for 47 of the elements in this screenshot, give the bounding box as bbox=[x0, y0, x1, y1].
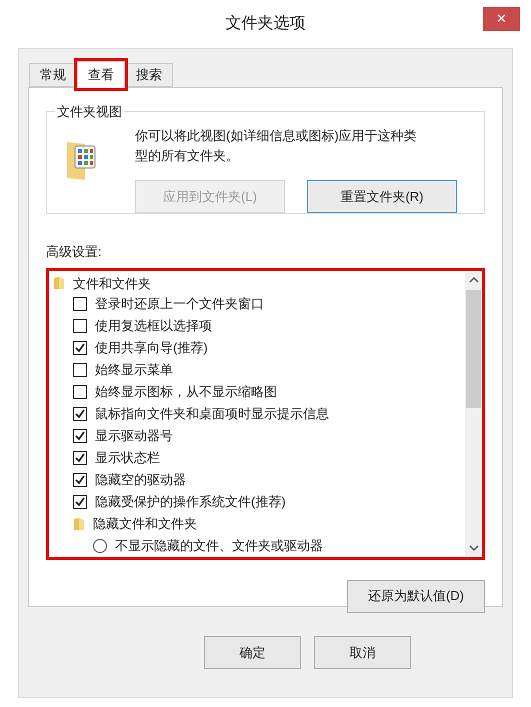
advanced-settings-label: 高级设置: bbox=[46, 243, 103, 261]
tab[interactable]: 常规 bbox=[29, 63, 77, 87]
tab[interactable]: 查看 bbox=[77, 61, 125, 88]
checkbox[interactable] bbox=[73, 363, 87, 377]
check-icon bbox=[75, 497, 85, 507]
checkbox-label: 使用复选框以选择项 bbox=[95, 317, 212, 336]
check-icon bbox=[75, 475, 85, 485]
checkbox[interactable] bbox=[73, 341, 87, 355]
folder-label: 隐藏文件和文件夹 bbox=[93, 515, 197, 534]
checkbox-label: 始终显示图标，从不显示缩略图 bbox=[95, 383, 277, 402]
checkbox-label: 显示驱动器号 bbox=[95, 427, 173, 446]
window-title: 文件夹选项 bbox=[226, 14, 306, 34]
checkbox[interactable] bbox=[73, 319, 87, 333]
checkbox[interactable] bbox=[73, 451, 87, 465]
checkbox[interactable] bbox=[73, 429, 87, 443]
scrollbar[interactable] bbox=[465, 270, 482, 556]
checkbox-label: 鼠标指向文件夹和桌面项时显示提示信息 bbox=[95, 405, 329, 424]
checkbox-label: 始终显示菜单 bbox=[95, 361, 173, 380]
checkbox-label: 使用共享向导(推荐) bbox=[95, 339, 208, 358]
restore-defaults-button[interactable]: 还原为默认值(D) bbox=[347, 580, 485, 612]
scroll-down-icon[interactable] bbox=[468, 542, 478, 552]
check-icon bbox=[75, 453, 85, 463]
dialog-button[interactable]: 取消 bbox=[314, 636, 411, 669]
checkbox[interactable] bbox=[73, 495, 87, 509]
folder-icon bbox=[53, 276, 65, 290]
checkbox-label: 登录时还原上一个文件夹窗口 bbox=[95, 295, 264, 314]
scrollbar-thumb[interactable] bbox=[466, 290, 481, 408]
radio-button[interactable] bbox=[93, 539, 107, 553]
close-button[interactable]: ✕ bbox=[483, 7, 520, 31]
tab[interactable]: 搜索 bbox=[125, 63, 173, 87]
check-icon bbox=[75, 431, 85, 441]
scroll-up-icon[interactable] bbox=[468, 274, 478, 284]
checkbox[interactable] bbox=[73, 297, 87, 311]
checkbox-label: 显示状态栏 bbox=[95, 449, 160, 468]
folder-view-description: 你可以将此视图(如详细信息或图标)应用于这种类型的所有文件夹。 bbox=[135, 127, 418, 165]
checkbox-label: 隐藏空的驱动器 bbox=[95, 471, 186, 490]
check-icon bbox=[75, 409, 85, 419]
checkbox[interactable] bbox=[73, 385, 87, 399]
radio-label: 不显示隐藏的文件、文件夹或驱动器 bbox=[115, 537, 323, 556]
dialog-button[interactable]: 确定 bbox=[204, 636, 301, 669]
folder-view-button[interactable]: 重置文件夹(R) bbox=[307, 180, 457, 213]
folder-icon bbox=[73, 517, 85, 531]
checkbox[interactable] bbox=[73, 407, 87, 421]
checkbox[interactable] bbox=[73, 473, 87, 487]
folder-label: 文件和文件夹 bbox=[73, 274, 151, 292]
checkbox-label: 隐藏受保护的操作系统文件(推荐) bbox=[95, 493, 286, 512]
check-icon bbox=[75, 343, 85, 353]
